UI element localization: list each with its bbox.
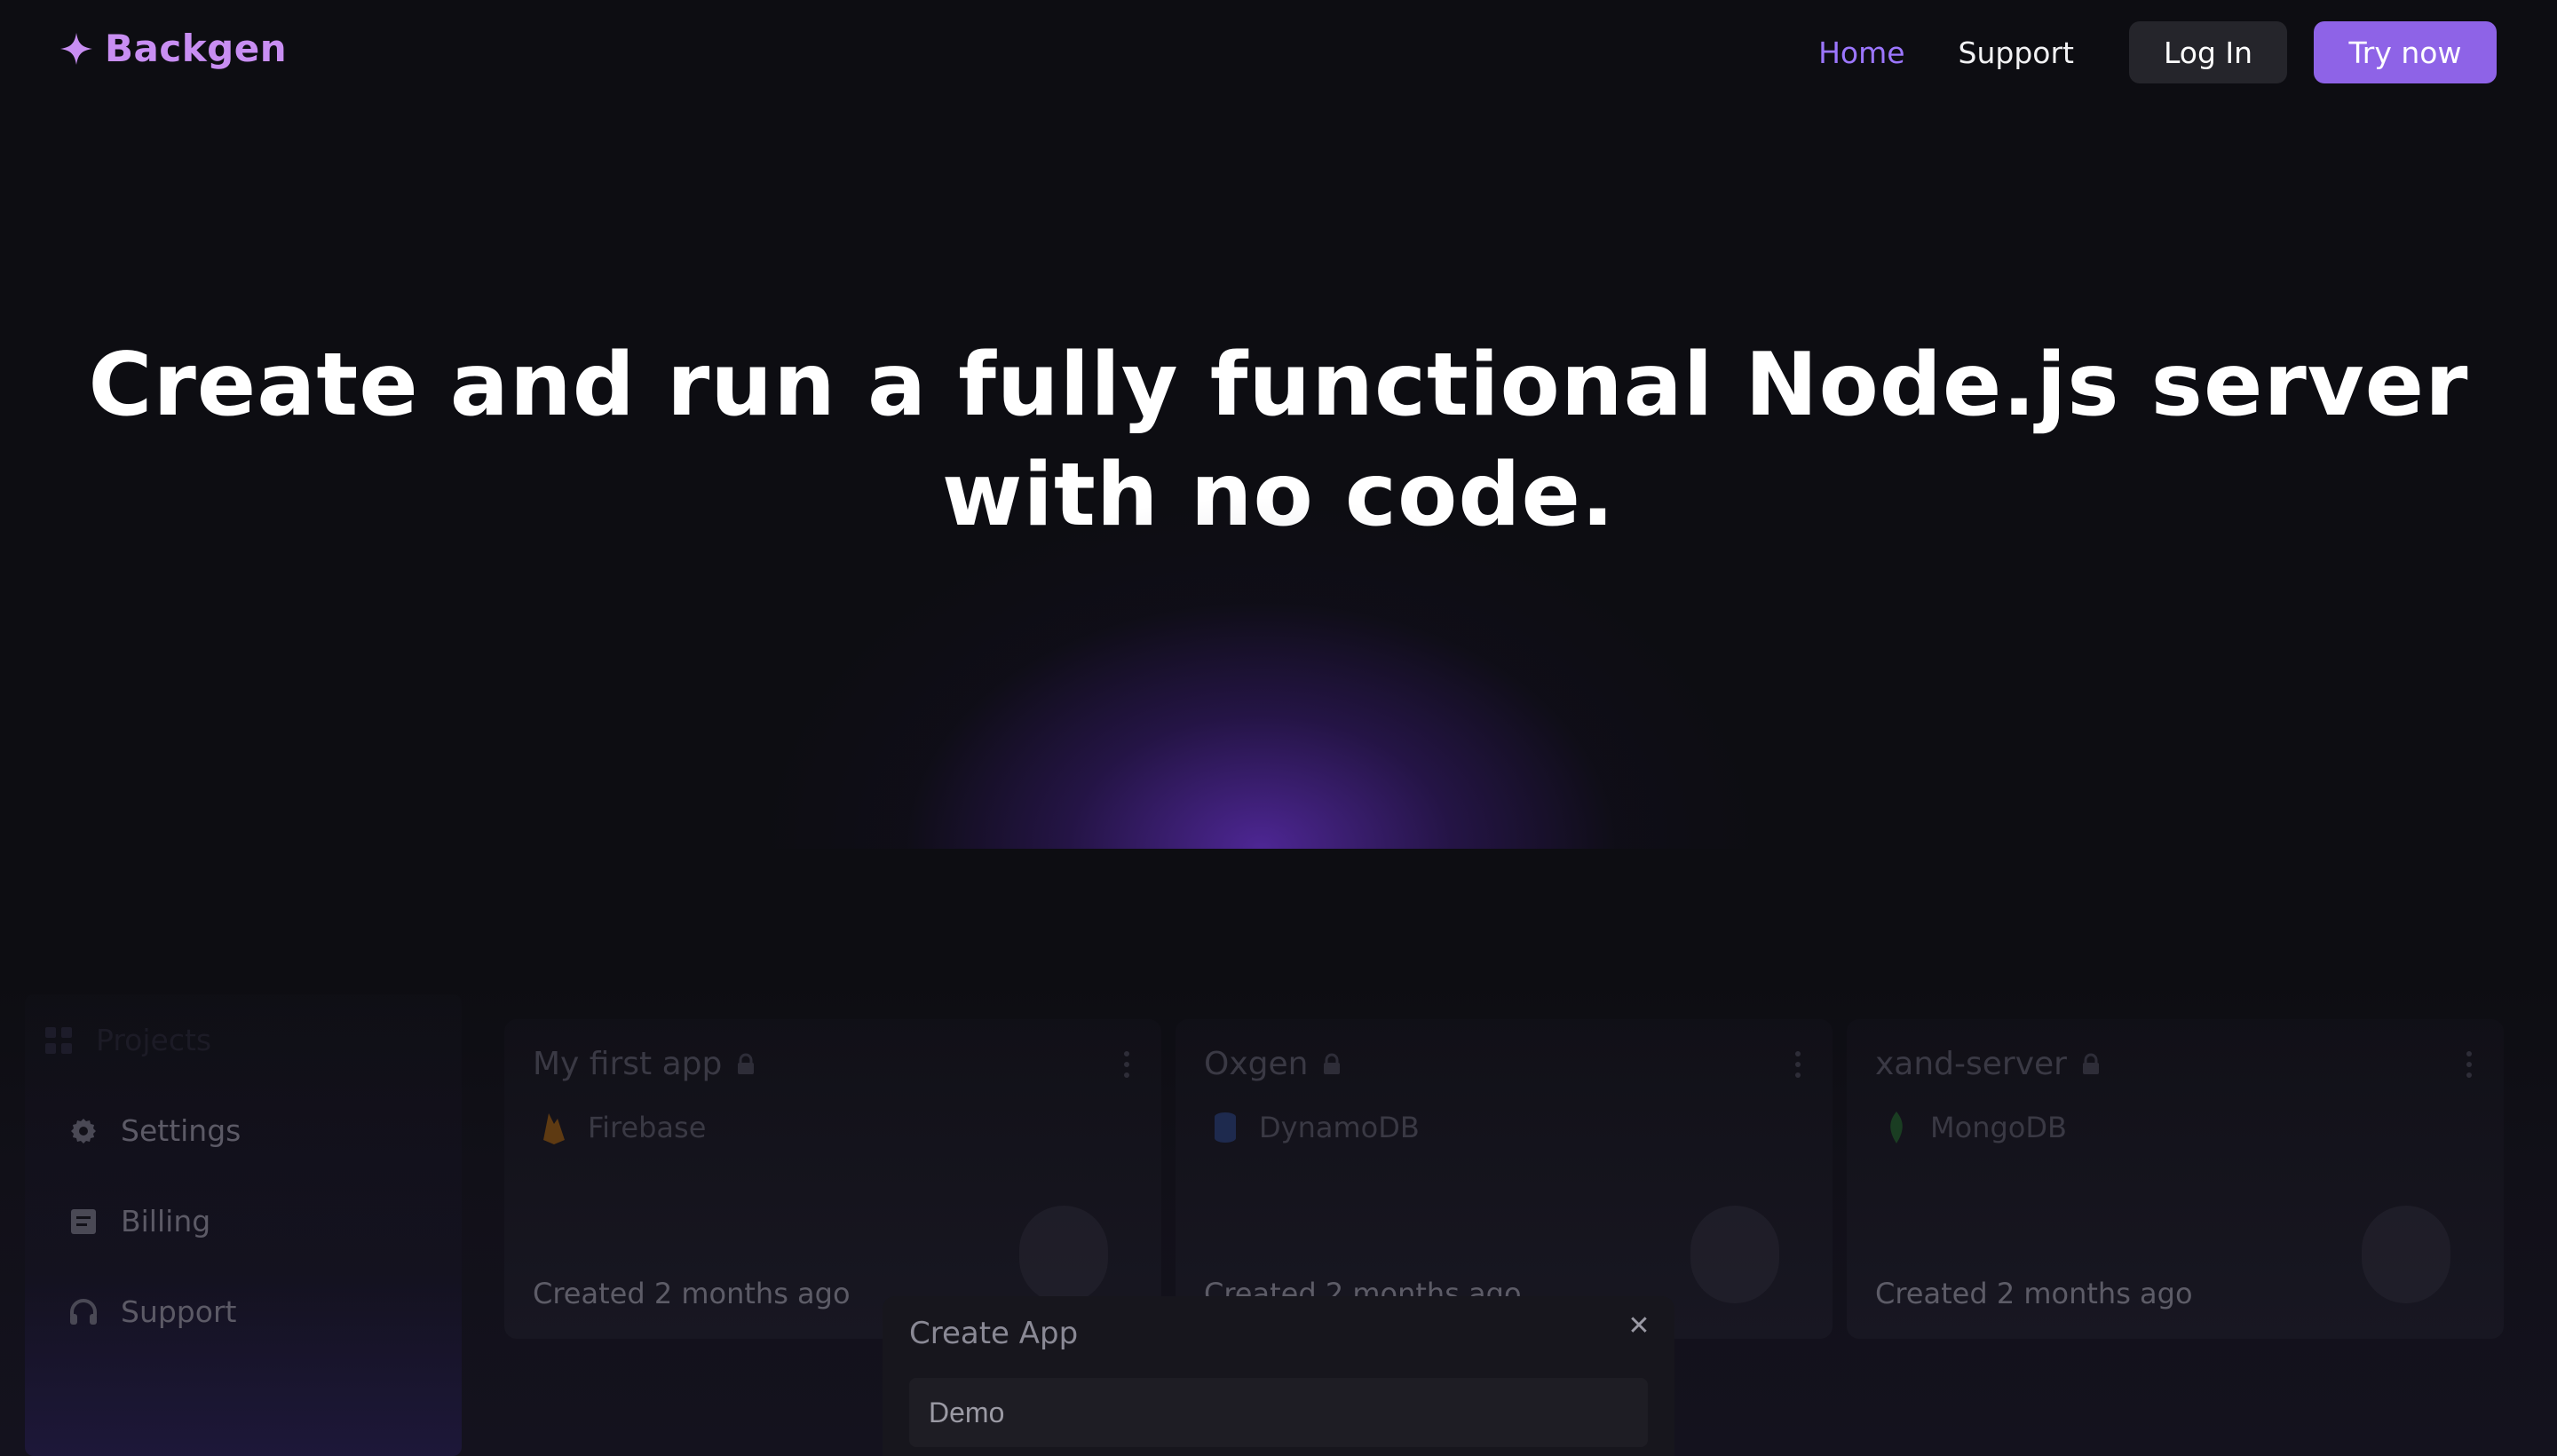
sidebar-item-support[interactable]: Support [67,1294,236,1329]
hero-glow [710,497,1811,849]
app-name-input[interactable] [909,1378,1648,1447]
project-title: Oxgen [1204,1046,1343,1082]
headphones-icon [70,1298,97,1325]
sidebar-item-billing[interactable]: Billing [67,1204,210,1238]
created-date: Created 2 months ago [533,1277,851,1310]
close-icon[interactable]: ✕ [1627,1313,1651,1340]
create-app-modal: Create App ✕ [883,1296,1674,1456]
avatar [2362,1206,2450,1303]
more-options-icon[interactable] [1120,1049,1133,1080]
database-row: Firebase [540,1110,706,1145]
sidebar-item-projects[interactable]: Projects [43,1023,211,1057]
nav-home-link[interactable]: Home [1818,36,1904,70]
project-card[interactable]: My first app Firebase Created 2 months a… [504,1019,1161,1339]
sidebar-item-label: Support [121,1294,237,1329]
database-row: DynamoDB [1211,1110,1420,1145]
modal-title: Create App [909,1316,1079,1351]
try-now-button[interactable]: Try now [2314,21,2497,83]
avatar [1019,1206,1108,1303]
nav-support-link[interactable]: Support [1959,36,2074,70]
firebase-icon [543,1113,565,1144]
lock-icon [2082,1053,2099,1074]
brand-name: Backgen [105,27,288,70]
database-row: MongoDB [1882,1110,2067,1145]
database-name: MongoDB [1930,1111,2067,1144]
login-button[interactable]: Log In [2129,21,2287,83]
brand-logo[interactable]: Backgen [59,27,287,70]
receipt-icon [71,1208,96,1234]
more-options-icon[interactable] [2463,1049,2475,1080]
project-name: xand-server [1875,1046,2067,1082]
project-title: xand-server [1875,1046,2102,1082]
project-name: Oxgen [1204,1046,1309,1082]
project-name: My first app [533,1046,723,1082]
sidebar-item-label: Settings [121,1113,241,1148]
dynamodb-icon [1215,1112,1236,1143]
top-nav: Home Support Log In Try now [1818,21,2497,83]
lock-icon [738,1053,755,1074]
project-card[interactable]: xand-server MongoDB Created 2 months ago [1847,1019,2504,1339]
project-title: My first app [533,1046,757,1082]
gear-icon [71,1118,96,1143]
project-card[interactable]: Oxgen DynamoDB Created 2 months ago [1176,1019,1833,1339]
sparkle-icon [60,32,92,65]
avatar [1690,1206,1779,1303]
database-name: Firebase [588,1111,707,1144]
landing-page: Backgen Home Support Log In Try now Crea… [0,0,2557,1456]
sidebar-item-settings[interactable]: Settings [67,1113,241,1148]
grid-icon [45,1026,72,1054]
mongodb-icon [1890,1112,1903,1143]
sidebar-item-label: Billing [121,1204,211,1238]
sidebar-item-label: Projects [96,1023,212,1057]
database-name: DynamoDB [1259,1111,1420,1144]
more-options-icon[interactable] [1792,1049,1804,1080]
lock-icon [1324,1053,1341,1074]
hero-line-1: Create and run a fully functional Node.j… [88,335,2469,436]
created-date: Created 2 months ago [1875,1277,2193,1310]
